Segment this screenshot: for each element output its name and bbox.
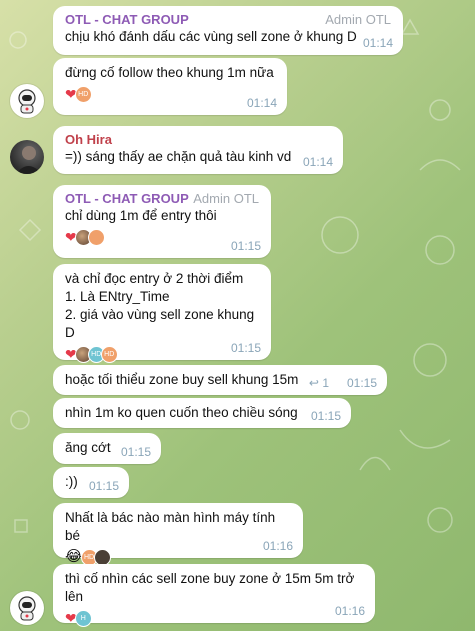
replies-counter[interactable]: ↩ 1	[309, 376, 329, 390]
profile-photo	[16, 146, 42, 174]
reactor-avatar: H	[74, 609, 92, 627]
message-text: đừng cố follow theo khung 1m nữa	[65, 65, 274, 80]
reactions[interactable]: ❤ H	[65, 609, 365, 627]
message-text: và chỉ đọc entry ở 2 thời điểm 1. Là ENt…	[65, 271, 255, 340]
reactor-avatar: HD	[74, 85, 92, 103]
message-text: nhìn 1m ko quen cuốn theo chiều sóng	[65, 405, 298, 420]
message-text: chịu khó đánh dấu các vùng sell zone ở k…	[65, 29, 357, 44]
message-bubble[interactable]: OTL - CHAT GROUP Admin OTL chịu khó đánh…	[53, 6, 403, 55]
message-time: 01:14	[362, 36, 393, 50]
astronaut-icon	[18, 596, 36, 621]
message-bubble[interactable]: đừng cố follow theo khung 1m nữa ❤ HD 01…	[53, 58, 287, 115]
message-bubble[interactable]: Oh Hira =)) sáng thấy ae chặn quả tàu ki…	[53, 126, 343, 174]
admin-badge: Admin OTL	[325, 12, 391, 27]
bot-avatar[interactable]	[10, 591, 44, 625]
message-bubble[interactable]: :)) 01:15	[53, 467, 129, 498]
message-time: 01:15	[88, 479, 119, 493]
user-avatar-oh-hira[interactable]	[10, 140, 44, 174]
message-time: 01:15	[230, 239, 261, 253]
message-text: Nhất là bác nào màn hình máy tính bé	[65, 510, 276, 543]
message-time: 01:16	[334, 604, 365, 618]
message-text: thì cố nhìn các sell zone buy zone ở 15m…	[65, 571, 355, 604]
message-bubble[interactable]: ăng cớt 01:15	[53, 433, 161, 464]
message-text: hoặc tối thiểu zone buy sell khung 15m	[65, 372, 299, 387]
message-text: chỉ dùng 1m để entry thôi	[65, 208, 217, 223]
message-text: =)) sáng thấy ae chặn quả tàu kinh vd	[65, 149, 292, 164]
reactor-avatar	[93, 548, 111, 566]
reply-arrow-icon: ↩	[308, 376, 319, 390]
reply-count: 1	[322, 376, 329, 390]
admin-badge: Admin OTL	[193, 191, 259, 206]
message-time: 01:16	[262, 539, 293, 553]
message-bubble[interactable]: Nhất là bác nào màn hình máy tính bé 😂 H…	[53, 503, 303, 566]
message-time: 01:14	[302, 155, 333, 169]
bot-avatar[interactable]	[10, 84, 44, 118]
message-time: 01:15	[230, 341, 261, 355]
reactor-avatar: HD	[100, 345, 118, 363]
reactions[interactable]: ❤ HD	[65, 85, 277, 103]
message-bubble[interactable]: thì cố nhìn các sell zone buy zone ở 15m…	[53, 564, 375, 627]
message-time: 01:15	[346, 376, 377, 390]
message-time: 01:15	[120, 445, 151, 459]
astronaut-icon	[18, 89, 36, 114]
message-bubble[interactable]: hoặc tối thiểu zone buy sell khung 15m ↩…	[53, 365, 387, 395]
message-time: 01:15	[310, 409, 341, 423]
reactor-avatar	[87, 228, 105, 246]
sender-name[interactable]: Oh Hira	[65, 132, 333, 148]
message-bubble[interactable]: OTL - CHAT GROUP Admin OTL chỉ dùng 1m đ…	[53, 185, 271, 258]
message-bubble[interactable]: nhìn 1m ko quen cuốn theo chiều sóng 01:…	[53, 398, 351, 428]
message-time: 01:14	[246, 96, 277, 110]
message-bubble[interactable]: và chỉ đọc entry ở 2 thời điểm 1. Là ENt…	[53, 264, 271, 363]
